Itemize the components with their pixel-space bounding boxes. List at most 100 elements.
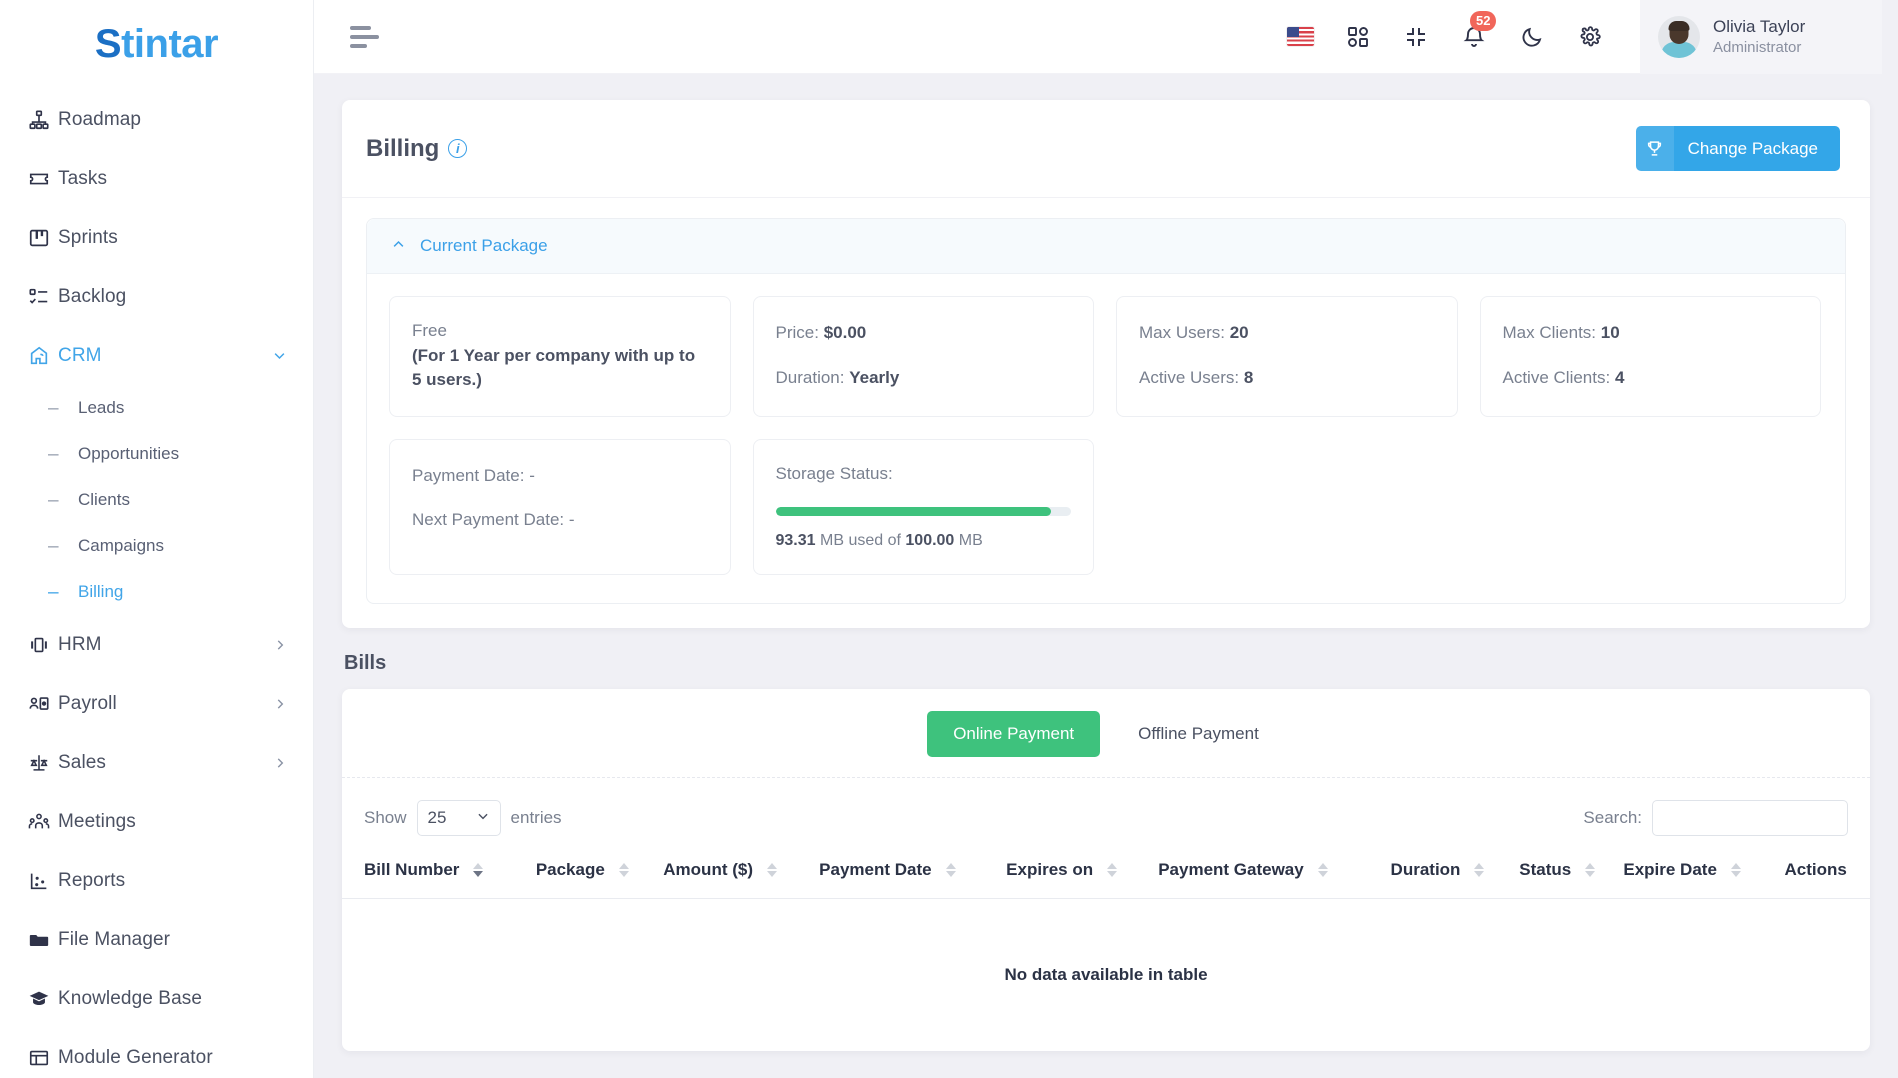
empty-state-row: No data available in table bbox=[342, 898, 1870, 1051]
column-bill-number[interactable]: Bill Number bbox=[342, 845, 536, 899]
chevron-right-icon bbox=[273, 756, 287, 770]
column-package[interactable]: Package bbox=[535, 845, 664, 899]
table-search: Search: bbox=[1583, 799, 1848, 836]
avatar bbox=[1658, 15, 1700, 58]
sidebar-item-billing[interactable]: – Billing bbox=[0, 569, 313, 615]
storage-used-unit: MB bbox=[820, 531, 844, 549]
chevron-up-icon[interactable] bbox=[391, 237, 406, 255]
active-users-row: Active Users: 8 bbox=[1139, 366, 1435, 391]
sidebar-item-campaigns[interactable]: – Campaigns bbox=[0, 523, 313, 569]
column-expire-date[interactable]: Expire Date bbox=[1623, 845, 1785, 899]
plan-detail: (For 1 Year per company with up to 5 use… bbox=[412, 346, 696, 389]
bell-icon[interactable]: 52 bbox=[1460, 10, 1497, 51]
board-icon bbox=[28, 227, 58, 249]
column-expires-on[interactable]: Expires on bbox=[1006, 845, 1159, 899]
column-payment-date[interactable]: Payment Date bbox=[819, 845, 1007, 899]
tile-payment-dates: Payment Date: - Next Payment Date: - bbox=[389, 438, 731, 575]
column-status[interactable]: Status bbox=[1519, 845, 1624, 899]
sidebar-item-sales[interactable]: Sales bbox=[0, 733, 313, 792]
sidebar-item-sprints[interactable]: Sprints bbox=[0, 208, 313, 267]
page-size-select[interactable]: 25 bbox=[416, 799, 501, 836]
max-users-label: Max Users: bbox=[1139, 323, 1225, 342]
price-value: $0.00 bbox=[823, 323, 867, 342]
brand-logo[interactable]: Stintar bbox=[0, 0, 313, 88]
sidebar-item-hrm[interactable]: HRM bbox=[0, 615, 313, 674]
sidebar-item-label: Module Generator bbox=[58, 1046, 213, 1068]
sidebar-item-meetings[interactable]: Meetings bbox=[0, 792, 313, 851]
gear-icon[interactable] bbox=[1576, 23, 1604, 51]
sidebar-item-leads[interactable]: – Leads bbox=[0, 385, 313, 431]
tab-offline-payment[interactable]: Offline Payment bbox=[1112, 711, 1285, 757]
topbar-icon-group: 52 bbox=[1286, 10, 1640, 51]
sidebar-item-tasks[interactable]: Tasks bbox=[0, 149, 313, 208]
column-label: Package bbox=[535, 859, 605, 879]
sidebar-item-file-manager[interactable]: File Manager bbox=[0, 910, 313, 969]
sidebar-item-clients[interactable]: – Clients bbox=[0, 477, 313, 523]
user-profile[interactable]: Olivia Taylor Administrator bbox=[1640, 0, 1898, 74]
search-input[interactable] bbox=[1652, 799, 1848, 836]
current-package-tiles: Free (For 1 Year per company with up to … bbox=[367, 274, 1845, 603]
tab-online-payment[interactable]: Online Payment bbox=[927, 710, 1101, 757]
bills-panel: Online Payment Offline Payment Show 25 e… bbox=[342, 688, 1870, 1051]
flag-canton bbox=[1286, 27, 1299, 37]
topbar-right: 52 Olivia Taylor Administrator bbox=[1286, 0, 1898, 74]
trophy-icon bbox=[1635, 126, 1674, 171]
sidebar-item-module-generator[interactable]: Module Generator bbox=[0, 1028, 313, 1078]
sort-icon bbox=[1730, 863, 1741, 878]
change-package-button[interactable]: Change Package bbox=[1635, 126, 1840, 171]
table-controls: Show 25 entries Search: bbox=[342, 778, 1870, 846]
sidebar-item-label: Payroll bbox=[58, 692, 117, 714]
current-package-card: Current Package Free (For 1 Year per com… bbox=[366, 218, 1846, 604]
module-icon bbox=[28, 1047, 58, 1069]
column-label: Duration bbox=[1390, 859, 1461, 879]
checklist-icon bbox=[28, 286, 58, 308]
sort-icon bbox=[1474, 863, 1485, 878]
page-title: Billing i bbox=[366, 134, 468, 163]
sort-icon bbox=[1585, 863, 1596, 878]
max-users-row: Max Users: 20 bbox=[1139, 321, 1435, 346]
collapse-fullscreen-icon[interactable] bbox=[1402, 23, 1430, 51]
storage-label: Storage Status: bbox=[775, 463, 893, 483]
content-area: Billing i Change Package Current Package… bbox=[314, 74, 1898, 1078]
current-package-header[interactable]: Current Package bbox=[367, 219, 1845, 274]
tile-users: Max Users: 20 Active Users: 8 bbox=[1116, 296, 1458, 417]
sidebar-item-backlog[interactable]: Backlog bbox=[0, 267, 313, 326]
sidebar-item-opportunities[interactable]: – Opportunities bbox=[0, 431, 313, 477]
column-duration[interactable]: Duration bbox=[1390, 845, 1520, 899]
hamburger-icon[interactable] bbox=[350, 25, 380, 48]
sidebar-item-label: Backlog bbox=[58, 285, 127, 307]
billing-panel-header: Billing i Change Package bbox=[342, 100, 1870, 198]
sidebar-item-payroll[interactable]: Payroll bbox=[0, 674, 313, 733]
grid-apps-icon[interactable] bbox=[1344, 23, 1372, 51]
page-title-text: Billing bbox=[366, 134, 440, 162]
search-label: Search: bbox=[1583, 807, 1642, 827]
sidebar-item-knowledge-base[interactable]: Knowledge Base bbox=[0, 969, 313, 1028]
sidebar-subitem-label: Leads bbox=[78, 398, 125, 417]
moon-icon[interactable] bbox=[1518, 23, 1546, 51]
sidebar-item-crm[interactable]: CRM bbox=[0, 326, 313, 385]
price-row: Price: $0.00 bbox=[776, 321, 1072, 346]
user-name: Olivia Taylor bbox=[1713, 16, 1806, 36]
payment-date-label: Payment Date: bbox=[412, 465, 525, 485]
column-amount[interactable]: Amount ($) bbox=[663, 845, 820, 899]
column-label: Payment Gateway bbox=[1158, 859, 1304, 879]
empty-state-message: No data available in table bbox=[1004, 964, 1208, 984]
max-clients-value: 10 bbox=[1600, 323, 1620, 342]
active-clients-label: Active Clients: bbox=[1502, 367, 1611, 387]
sidebar-item-label: Sprints bbox=[58, 226, 118, 248]
info-icon[interactable]: i bbox=[448, 139, 468, 158]
main-column: 52 Olivia Taylor Administrator Billing i… bbox=[314, 0, 1898, 1078]
payment-date-row: Payment Date: - bbox=[412, 464, 708, 489]
us-flag-icon[interactable] bbox=[1286, 23, 1314, 51]
show-label: Show bbox=[364, 807, 407, 827]
payment-date-value: - bbox=[529, 465, 535, 485]
column-label: Actions bbox=[1784, 859, 1847, 879]
column-payment-gateway[interactable]: Payment Gateway bbox=[1158, 845, 1391, 899]
hamburger-line bbox=[350, 25, 371, 30]
column-label: Expires on bbox=[1006, 859, 1094, 879]
sidebar-item-reports[interactable]: Reports bbox=[0, 851, 313, 910]
sidebar-item-label: CRM bbox=[58, 344, 102, 366]
tile-plan: Free (For 1 Year per company with up to … bbox=[389, 296, 731, 417]
sidebar-item-label: Knowledge Base bbox=[58, 987, 203, 1009]
sidebar-item-roadmap[interactable]: Roadmap bbox=[0, 90, 313, 149]
